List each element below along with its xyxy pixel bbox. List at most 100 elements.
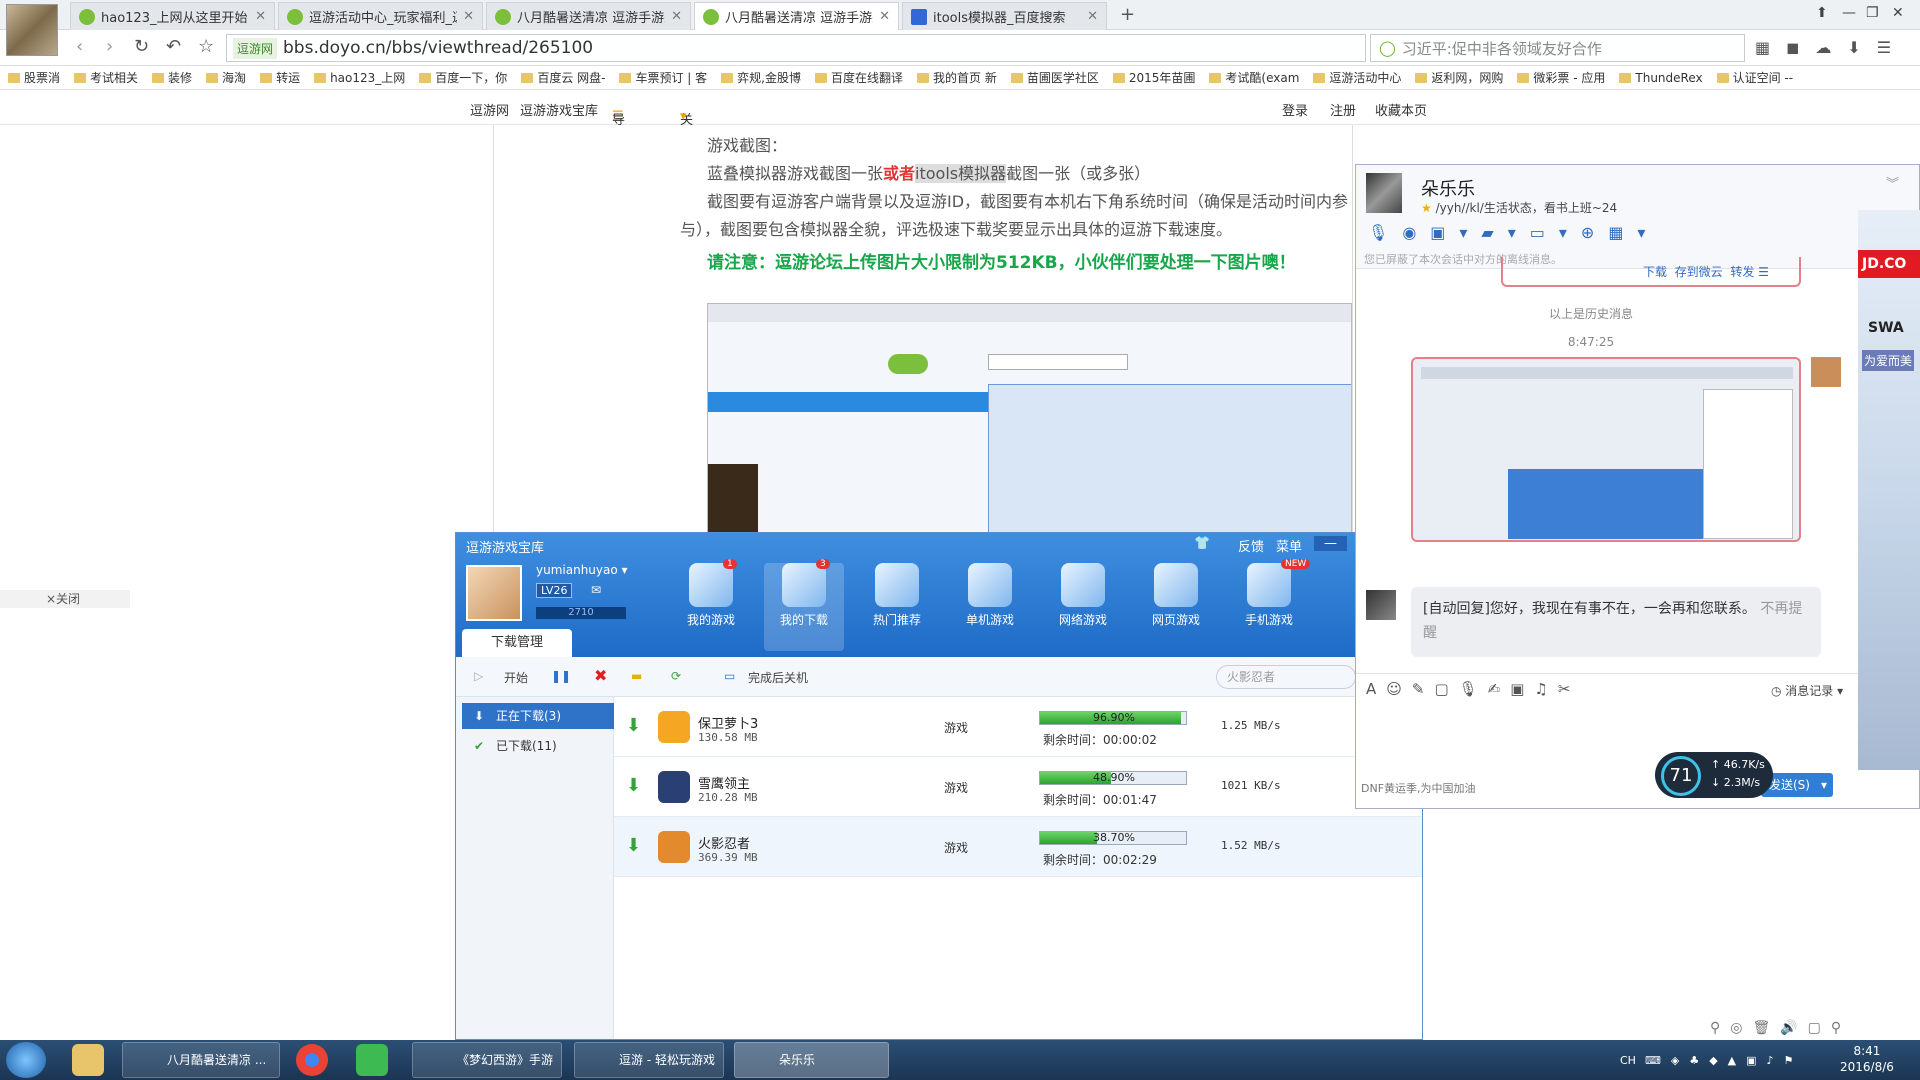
menu-icon[interactable]: ☰ (1758, 265, 1769, 279)
bookmark-item[interactable]: ThundeRex (1619, 71, 1703, 85)
file-download-link[interactable]: 下载 (1643, 265, 1667, 279)
nav-game-library[interactable]: 逗游游戏宝库 (520, 100, 598, 119)
maximize-icon[interactable]: ❐ (1866, 5, 1879, 21)
bookmark-item[interactable]: 苗圃医学社区 (1010, 69, 1099, 86)
article-screenshot[interactable] (707, 303, 1352, 535)
status-bar-icons[interactable]: ⚲◎🗑🔊▢⚲ (1710, 1020, 1851, 1036)
bookmark-item[interactable]: 海淘 (206, 69, 246, 86)
url-input[interactable]: 逗游网 bbs.doyo.cn/bbs/viewthread/265100 (226, 34, 1366, 62)
start-button[interactable] (6, 1042, 46, 1078)
star-icon[interactable]: ☆ (198, 36, 214, 57)
dm-nav-item[interactable]: 网页游戏 (1136, 563, 1216, 628)
file-forward-link[interactable]: 转发 (1730, 265, 1754, 279)
folder-icon[interactable]: ▬ (631, 669, 642, 683)
taskbar-item-chat[interactable]: 朵乐乐 (734, 1042, 889, 1078)
bookmark-item[interactable]: 百度一下，你 (419, 69, 507, 86)
close-window-icon[interactable]: ✕ (1892, 5, 1904, 21)
bookmark-item[interactable]: 弈规,金股博 (721, 69, 801, 86)
dm-nav-item[interactable]: 单机游戏 (950, 563, 1030, 628)
file-weiyun-link[interactable]: 存到微云 (1675, 265, 1723, 279)
bookmark-item[interactable]: 百度云 网盘- (521, 69, 605, 86)
bookmark-item[interactable]: 车票预订 | 客 (619, 69, 707, 86)
dm-minimize-icon[interactable]: — (1314, 536, 1347, 551)
chat-toolbar-icons[interactable]: 🎙◉▣▾▰▾▭▾⊕▦▾ (1368, 223, 1659, 242)
tray-icons[interactable]: ⌨◈♣◆▲▣♪⚑ (1645, 1054, 1803, 1067)
self-avatar[interactable] (1811, 357, 1841, 387)
taskbar-item-browser[interactable]: 八月酷暑送清凉 ... (122, 1042, 280, 1078)
minimize-icon[interactable]: — (1842, 5, 1856, 21)
bookmark-item[interactable]: 股票消 (8, 69, 60, 86)
dm-menu[interactable]: 菜单 (1276, 536, 1302, 555)
bookmark-item[interactable]: 返利网，网购 (1415, 69, 1503, 86)
dm-tab-download[interactable]: 下载管理 (462, 629, 572, 657)
bookmark-item[interactable]: 考试酷(exam (1209, 69, 1299, 86)
download-arrow-icon[interactable]: ⬇ (626, 715, 641, 736)
bookmark-item[interactable]: 转运 (260, 69, 300, 86)
dm-skin-icon[interactable]: 👕 (1194, 536, 1210, 551)
tab-doyo-thread[interactable]: 八月酷暑送清凉 逗游手游来 ✕ (486, 2, 691, 30)
favorite-link[interactable]: 收藏本页 (1375, 100, 1427, 119)
pause-icon[interactable]: ❚❚ (551, 669, 571, 683)
nav-doyo[interactable]: 逗游网 (470, 100, 509, 119)
bookmark-item[interactable]: 微彩票 - 应用 (1517, 69, 1605, 86)
side-downloading[interactable]: ⬇ 正在下载(3) (462, 703, 614, 729)
undo-icon[interactable]: ↶ (166, 36, 181, 57)
login-link[interactable]: 登录 (1282, 100, 1308, 119)
mail-icon[interactable]: ✉ (591, 583, 601, 597)
tab-close-icon[interactable]: ✕ (671, 9, 682, 24)
reload-icon[interactable]: ↻ (134, 36, 149, 57)
tab-hao123[interactable]: hao123_上网从这里开始 ✕ (70, 2, 275, 30)
back-icon[interactable]: ‹ (76, 36, 83, 57)
forward-icon[interactable]: › (106, 36, 113, 57)
bookmark-item[interactable]: 装修 (152, 69, 192, 86)
dm-nav-item[interactable]: 我的下载 3 (764, 559, 844, 651)
jd-ad-banner[interactable]: JD.CO SWA 为爱而美 (1858, 210, 1920, 770)
ime-indicator[interactable]: CH (1620, 1054, 1636, 1067)
download-arrow-icon[interactable]: ⬇ (626, 775, 641, 796)
register-link[interactable]: 注册 (1330, 100, 1356, 119)
system-clock[interactable]: 8:41 2016/8/6 (1840, 1043, 1894, 1075)
tab-close-icon[interactable]: ✕ (463, 9, 474, 24)
tab-doyo-thread-active[interactable]: 八月酷暑送清凉 逗游手游来 ✕ (694, 2, 899, 30)
dm-nav-item[interactable]: 热门推荐 (857, 563, 937, 628)
dm-avatar[interactable] (466, 565, 522, 621)
delete-icon[interactable]: ✖ (594, 666, 607, 685)
browser-extension-icons[interactable]: ▦◼☁⬇☰ (1755, 38, 1907, 57)
format-icons[interactable]: A☺✎▢🎙✍▣♫✂ (1366, 680, 1580, 698)
message-record-button[interactable]: ◷ 消息记录 ▾ (1771, 682, 1843, 699)
download-row[interactable]: ⬇ 保卫萝卜3 130.58 MB 游戏 96.90% 剩余时间：00:00:02 1.25… (614, 697, 1422, 757)
chat-contact-avatar[interactable] (1366, 173, 1402, 213)
bookmark-item[interactable]: hao123_上网 (314, 69, 405, 86)
dm-nav-item[interactable]: 网络游戏 (1043, 563, 1123, 628)
new-tab-icon[interactable]: + (1120, 4, 1135, 25)
tab-baidu-search[interactable]: itools模拟器_百度搜索 ✕ (902, 2, 1107, 30)
chevron-down-icon[interactable]: ︾ (1886, 173, 1899, 192)
dm-feedback[interactable]: 反馈 (1238, 536, 1264, 555)
player-icon[interactable] (356, 1044, 388, 1076)
chat-message-input[interactable] (1362, 713, 1902, 769)
network-speed-widget[interactable]: 71 ↑ 46.7K/s ↓ 2.3M/s (1655, 752, 1773, 798)
close-bar[interactable]: ×关闭 (0, 590, 130, 608)
download-row[interactable]: ⬇ 火影忍者 369.39 MB 游戏 38.70% 剩余时间：00:02:29 1.52 … (614, 817, 1422, 877)
pin-icon[interactable]: ⬆ (1816, 5, 1828, 21)
browser-search-input[interactable]: ◯ 习近平:促中非各领域友好合作 (1370, 34, 1745, 62)
bookmark-item[interactable]: 逗游活动中心 (1313, 69, 1401, 86)
explorer-icon[interactable] (72, 1044, 104, 1076)
contact-avatar-small[interactable] (1366, 590, 1396, 620)
dm-search-input[interactable]: 火影忍者 (1216, 665, 1356, 689)
chrome-icon[interactable] (296, 1044, 328, 1076)
refresh-icon[interactable]: ⟳ (671, 669, 681, 683)
bookmark-item[interactable]: 认证空间 -- (1716, 69, 1793, 86)
taskbar-item-doyo[interactable]: 逗游 - 轻松玩游戏 (574, 1042, 724, 1078)
monitor-icon[interactable]: ▭ (724, 669, 735, 683)
bookmark-item[interactable]: 我的首页 新 (917, 69, 997, 86)
dm-username[interactable]: yumianhuyao ▾ (536, 563, 628, 577)
dm-start-button[interactable]: 开始 (504, 669, 528, 686)
browser-avatar[interactable] (6, 4, 58, 56)
taskbar-item-mhxy[interactable]: 《梦幻西游》手游 (412, 1042, 562, 1078)
tab-doyo-activity[interactable]: 逗游活动中心_玩家福利_逗游✕ (278, 2, 483, 30)
tab-close-icon[interactable]: ✕ (255, 9, 266, 24)
dm-nav-item[interactable]: 手机游戏 NEW (1229, 559, 1311, 628)
bookmark-item[interactable]: 百度在线翻译 (814, 69, 903, 86)
bookmark-item[interactable]: 2015年苗圃 (1112, 69, 1195, 86)
